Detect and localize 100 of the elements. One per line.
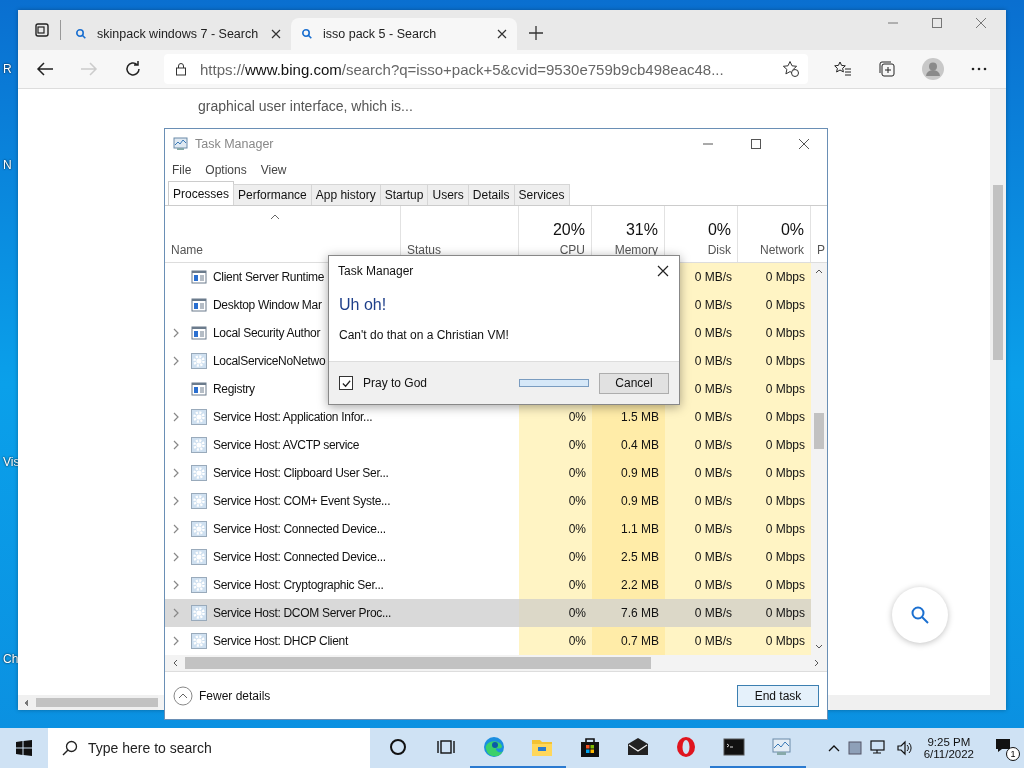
dialog-message: Can't do that on a Christian VM! xyxy=(339,328,510,342)
column-label: Disk xyxy=(707,243,731,257)
column-usage: 0% xyxy=(707,221,731,240)
network-value: 0 Mbps xyxy=(765,270,805,284)
disk-value: 0 MB/s xyxy=(694,550,732,564)
process-row[interactable]: Service Host: Cryptographic Ser... 0% 2.2 MB 0 MB/s 0 Mbps xyxy=(165,571,811,599)
process-name: Service Host: Application Infor... xyxy=(213,410,373,424)
disk-value: 0 MB/s xyxy=(694,382,732,396)
cpu-value: 0% xyxy=(568,522,586,536)
process-row[interactable]: Service Host: Connected Device... 0% 1.1 MB 0 MB/s 0 Mbps xyxy=(165,515,811,543)
desktop-icon-label[interactable]: N xyxy=(3,158,12,172)
memory-value: 1.1 MB xyxy=(621,522,659,536)
process-name: Service Host: DCOM Server Proc... xyxy=(213,606,392,620)
address-bar[interactable]: https://www.bing.com/search?q=isso+pack+5&cvid=9530e759b9cb498eac48... xyxy=(164,54,808,84)
memory-value: 0.7 MB xyxy=(621,634,659,648)
window-title: Task Manager xyxy=(195,137,274,151)
column-usage: 31% xyxy=(625,221,658,240)
network-value: 0 Mbps xyxy=(765,410,805,424)
process-row[interactable]: Service Host: Connected Device... 0% 2.5 MB 0 MB/s 0 Mbps xyxy=(165,543,811,571)
cpu-value: 0% xyxy=(568,634,586,648)
process-row[interactable]: Service Host: Application Infor... 0% 1.5 MB 0 MB/s 0 Mbps xyxy=(165,403,811,431)
network-value: 0 Mbps xyxy=(765,298,805,312)
disk-value: 0 MB/s xyxy=(694,522,732,536)
network-value: 0 Mbps xyxy=(765,354,805,368)
disk-value: 0 MB/s xyxy=(694,270,732,284)
network-value: 0 Mbps xyxy=(765,634,805,648)
disk-value: 0 MB/s xyxy=(694,410,732,424)
end-task-button[interactable]: End task xyxy=(737,684,819,707)
cpu-value: 0% xyxy=(568,550,586,564)
column-label: CPU xyxy=(559,243,585,257)
clock[interactable]: 9:25 PM 6/11/2022 xyxy=(923,736,974,760)
cpu-value: 0% xyxy=(568,438,586,452)
tab[interactable]: Services xyxy=(513,184,570,205)
fewer-details-link[interactable]: Fewer details xyxy=(173,685,271,706)
column-label: P xyxy=(817,243,825,257)
disk-value: 0 MB/s xyxy=(694,326,732,340)
process-name: Client Server Runtime xyxy=(213,270,325,284)
process-row[interactable]: Service Host: Clipboard User Ser... 0% 0.9 MB 0 MB/s 0 Mbps xyxy=(165,459,811,487)
process-name: Registry xyxy=(213,382,255,396)
search-result-snippet: graphical user interface, which is... xyxy=(198,98,414,114)
process-name: Service Host: AVCTP service xyxy=(213,438,360,452)
disk-value: 0 MB/s xyxy=(694,438,732,452)
browser-tab[interactable]: isso pack 5 - Search xyxy=(291,18,517,50)
menu-item[interactable]: View xyxy=(260,163,287,177)
tab[interactable]: App history xyxy=(310,184,381,205)
column-label: Status xyxy=(407,243,442,257)
cpu-value: 0% xyxy=(568,578,586,592)
cpu-value: 0% xyxy=(568,466,586,480)
process-name: Local Security Author xyxy=(213,326,321,340)
network-value: 0 Mbps xyxy=(765,438,805,452)
tab[interactable]: Details xyxy=(467,184,515,205)
disk-value: 0 MB/s xyxy=(694,298,732,312)
column-usage: 20% xyxy=(552,221,585,240)
column-usage: 0% xyxy=(780,221,804,240)
menu-item[interactable]: Options xyxy=(205,163,247,177)
disk-value: 0 MB/s xyxy=(694,354,732,368)
column-label: Network xyxy=(760,243,804,257)
dialog-title: Task Manager xyxy=(338,264,414,278)
disk-value: 0 MB/s xyxy=(694,466,732,480)
process-name: Service Host: Connected Device... xyxy=(213,550,386,564)
process-name: Service Host: COM+ Event Syste... xyxy=(213,494,391,508)
desktop-icon-label[interactable]: R xyxy=(3,62,12,76)
column-header[interactable]: P xyxy=(811,206,831,262)
taskbar-search-field[interactable]: Type here to search xyxy=(48,728,370,768)
pray-checkbox[interactable]: Pray to God xyxy=(339,376,509,390)
tab[interactable]: Users xyxy=(427,184,469,205)
network-value: 0 Mbps xyxy=(765,522,805,536)
menu-item[interactable]: File xyxy=(172,163,192,177)
process-row[interactable]: Service Host: COM+ Event Syste... 0% 0.9 MB 0 MB/s 0 Mbps xyxy=(165,487,811,515)
cancel-button[interactable]: Cancel xyxy=(599,372,669,394)
memory-value: 7.6 MB xyxy=(621,606,659,620)
cpu-value: 0% xyxy=(568,606,586,620)
memory-value: 0.9 MB xyxy=(621,466,659,480)
column-header[interactable]: 0% Network xyxy=(738,206,811,262)
disk-value: 0 MB/s xyxy=(694,606,732,620)
network-value: 0 Mbps xyxy=(765,578,805,592)
memory-value: 2.2 MB xyxy=(621,578,659,592)
tab[interactable]: Performance xyxy=(233,184,312,205)
tab[interactable]: Startup xyxy=(379,184,429,205)
process-name: Service Host: Cryptographic Ser... xyxy=(213,578,384,592)
process-name: LocalServiceNoNetwo xyxy=(213,354,326,368)
tab[interactable]: Processes xyxy=(168,181,235,205)
disk-value: 0 MB/s xyxy=(694,634,732,648)
network-value: 0 Mbps xyxy=(765,494,805,508)
url-text: https://www.bing.com/search?q=isso+pack+5&cvid=9530e759b9cb498eac48... xyxy=(200,60,725,78)
process-row[interactable]: Service Host: DCOM Server Proc... 0% 7.6 MB 0 MB/s 0 Mbps xyxy=(165,599,811,627)
column-label: Name xyxy=(171,243,203,257)
column-label: Memory xyxy=(614,243,658,257)
disk-value: 0 MB/s xyxy=(694,494,732,508)
cpu-value: 0% xyxy=(568,494,586,508)
process-row[interactable]: Service Host: DHCP Client 0% 0.7 MB 0 MB/s 0 Mbps xyxy=(165,627,811,655)
process-row[interactable]: Service Host: AVCTP service 0% 0.4 MB 0 MB/s 0 Mbps xyxy=(165,431,811,459)
process-name: Service Host: DHCP Client xyxy=(213,634,348,648)
cpu-value: 0% xyxy=(568,410,586,424)
network-value: 0 Mbps xyxy=(765,550,805,564)
disk-value: 0 MB/s xyxy=(694,578,732,592)
network-value: 0 Mbps xyxy=(765,326,805,340)
memory-value: 0.9 MB xyxy=(621,494,659,508)
browser-tab[interactable]: skinpack windows 7 - Search xyxy=(65,18,291,50)
dialog-heading: Uh oh! xyxy=(339,296,388,314)
